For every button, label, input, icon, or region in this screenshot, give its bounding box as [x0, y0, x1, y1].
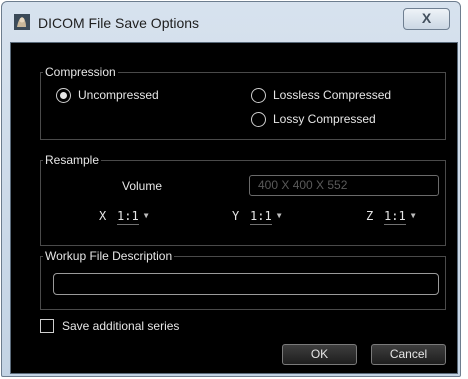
- uncompressed-label[interactable]: Uncompressed: [78, 87, 159, 103]
- y-resample-value: 1:1: [250, 209, 272, 225]
- lossy-compressed-label[interactable]: Lossy Compressed: [273, 111, 376, 127]
- z-resample-combo[interactable]: 1:1 ▼: [384, 208, 416, 225]
- x-resample-combo[interactable]: 1:1 ▼: [117, 208, 149, 225]
- dialog-client-area: Compression Uncompressed Lossless Compre…: [10, 42, 458, 374]
- chevron-down-icon: ▼: [276, 211, 282, 220]
- compression-group-label: Compression: [43, 64, 118, 80]
- x-resample-value: 1:1: [117, 209, 139, 225]
- x-axis-label: X: [99, 209, 107, 223]
- cancel-button[interactable]: Cancel: [371, 344, 446, 365]
- workup-description-input[interactable]: [53, 273, 439, 295]
- save-additional-checkbox[interactable]: [40, 319, 54, 333]
- close-icon: X: [421, 10, 432, 26]
- y-axis-label: Y: [232, 209, 240, 223]
- window-title: DICOM File Save Options: [38, 15, 200, 31]
- radio-selected-dot: [60, 92, 67, 99]
- save-additional-label[interactable]: Save additional series: [62, 318, 179, 334]
- volume-field: 400 X 400 X 552: [249, 175, 439, 196]
- resample-group-label: Resample: [43, 152, 102, 168]
- uncompressed-radio[interactable]: [56, 88, 71, 103]
- workup-group-label: Workup File Description: [43, 248, 175, 264]
- compression-group: Compression: [40, 64, 446, 140]
- dialog-window: DICOM File Save Options X Compression Un…: [1, 1, 461, 377]
- chevron-down-icon: ▼: [410, 211, 416, 220]
- chevron-down-icon: ▼: [143, 211, 149, 220]
- title-bar[interactable]: DICOM File Save Options X: [2, 2, 460, 40]
- close-button[interactable]: X: [403, 8, 450, 30]
- ok-button[interactable]: OK: [282, 344, 357, 365]
- resample-group: Resample: [40, 152, 446, 246]
- z-resample-value: 1:1: [384, 209, 406, 225]
- z-axis-label: Z: [366, 209, 374, 223]
- y-resample-combo[interactable]: 1:1 ▼: [250, 208, 282, 225]
- lossy-compressed-radio[interactable]: [251, 112, 266, 127]
- lossless-compressed-radio[interactable]: [251, 88, 266, 103]
- lossless-compressed-label[interactable]: Lossless Compressed: [273, 87, 391, 103]
- volume-label: Volume: [122, 179, 163, 193]
- dicom-app-icon: [14, 14, 30, 30]
